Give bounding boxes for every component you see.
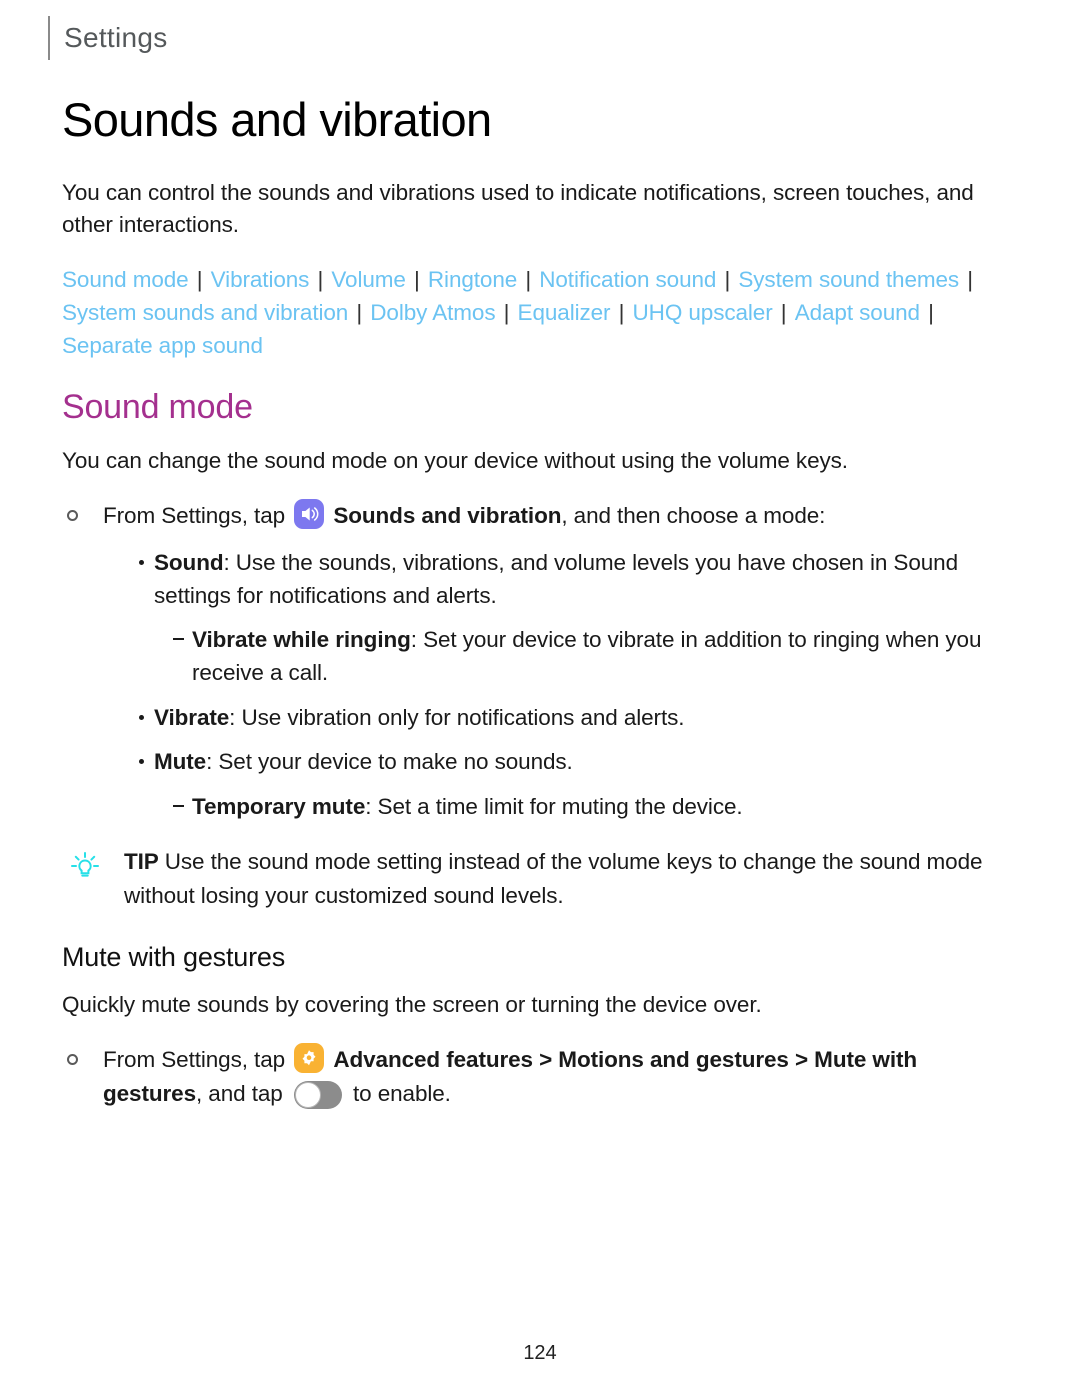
tip-block: TIP Use the sound mode setting instead of…: [62, 845, 1012, 911]
mode-list-item: Vibrate: Use vibration only for notifica…: [62, 702, 1012, 735]
sound-mode-intro: You can change the sound mode on your de…: [62, 448, 848, 474]
step-suffix-text: , and then choose a mode:: [561, 503, 826, 529]
step-bold-target: Sounds and vibration: [333, 503, 562, 529]
page-title: Sounds and vibration: [62, 93, 492, 146]
step-enable-mute-with-gestures: From Settings, tap Advanced features > M…: [62, 1042, 1012, 1111]
link-separator: |: [774, 300, 793, 326]
related-link[interactable]: Ringtone: [428, 267, 517, 292]
related-link[interactable]: Volume: [331, 267, 406, 292]
link-separator: |: [407, 266, 426, 292]
mode-item-term: Temporary mute: [192, 793, 366, 819]
bullet-dot-icon: [139, 560, 144, 566]
header-title: Settings: [64, 22, 168, 53]
bullet-dot-icon: [139, 759, 144, 765]
step-open-sounds-and-vibration: From Settings, tap Sounds and vibration,…: [62, 499, 1012, 533]
related-link[interactable]: Sound mode: [62, 267, 189, 292]
page-number: 124: [523, 1342, 557, 1364]
mode-item-description: : Use vibration only for notifications a…: [229, 704, 685, 730]
step-prefix-text: From Settings, tap: [103, 503, 286, 529]
related-link[interactable]: Notification sound: [539, 267, 716, 292]
related-link[interactable]: Separate app sound: [62, 333, 263, 358]
related-link[interactable]: UHQ upscaler: [633, 300, 773, 325]
related-link[interactable]: Equalizer: [518, 300, 611, 325]
section-heading-sound-mode: Sound mode: [62, 388, 253, 427]
step-bullet-icon: [67, 510, 78, 522]
link-separator: |: [612, 300, 631, 326]
link-separator: |: [718, 266, 737, 292]
document-content: Sounds and vibration You can control the…: [62, 93, 1012, 1124]
related-link[interactable]: System sounds and vibration: [62, 300, 348, 325]
sound-icon[interactable]: [294, 499, 325, 530]
step-bullet-icon: [67, 1053, 78, 1065]
bullet-dash-icon: [173, 804, 184, 807]
mode-sub-list-item: Temporary mute: Set a time limit for mut…: [62, 791, 1012, 824]
mode-item-description: : Use the sounds, vibrations, and volume…: [154, 550, 958, 608]
mode-sub-list-item: Vibrate while ringing: Set your device t…: [62, 624, 1012, 689]
step-middle-text: , and tap: [196, 1080, 283, 1106]
step-suffix-text: to enable.: [353, 1080, 451, 1106]
related-link[interactable]: System sound themes: [738, 267, 959, 292]
link-separator: |: [190, 266, 209, 292]
mode-item-term: Vibrate while ringing: [192, 627, 411, 653]
mode-list-item: Sound: Use the sounds, vibrations, and v…: [62, 547, 1012, 612]
link-separator: |: [961, 266, 973, 292]
related-link[interactable]: Dolby Atmos: [370, 300, 495, 325]
mode-item-description: : Set a time limit for muting the device…: [365, 793, 743, 819]
mute-with-gestures-intro: Quickly mute sounds by covering the scre…: [62, 991, 762, 1017]
intro-paragraph: You can control the sounds and vibration…: [62, 179, 974, 237]
bullet-dot-icon: [139, 714, 144, 720]
mode-list-item: Mute: Set your device to make no sounds.: [62, 746, 1012, 779]
link-separator: |: [921, 300, 934, 326]
sound-mode-items: Sound: Use the sounds, vibrations, and v…: [62, 547, 1012, 823]
tip-label: TIP: [124, 849, 159, 875]
toggle-knob: [294, 1081, 321, 1108]
related-link[interactable]: Adapt sound: [795, 300, 920, 325]
link-separator: |: [519, 266, 538, 292]
lightbulb-icon: [66, 847, 104, 885]
link-separator: |: [350, 300, 369, 326]
mode-item-term: Mute: [154, 749, 207, 775]
gear-icon[interactable]: [294, 1042, 325, 1073]
header-divider-rule: [48, 16, 50, 60]
related-link[interactable]: Vibrations: [211, 267, 310, 292]
step-prefix-text: From Settings, tap: [103, 1046, 286, 1072]
tip-text: Use the sound mode setting instead of th…: [124, 849, 983, 908]
mode-item-description: : Set your device to make no sounds.: [206, 749, 573, 775]
page-header: Settings: [48, 16, 168, 60]
link-separator: |: [311, 266, 330, 292]
bullet-dash-icon: [173, 638, 184, 641]
toggle-switch-off[interactable]: [293, 1080, 342, 1109]
mode-item-term: Sound: [154, 550, 224, 576]
related-links-list: Sound mode | Vibrations | Volume | Ringt…: [62, 263, 1012, 362]
mode-item-term: Vibrate: [154, 704, 230, 730]
link-separator: |: [497, 300, 516, 326]
subsection-heading-mute-with-gestures: Mute with gestures: [62, 941, 285, 972]
